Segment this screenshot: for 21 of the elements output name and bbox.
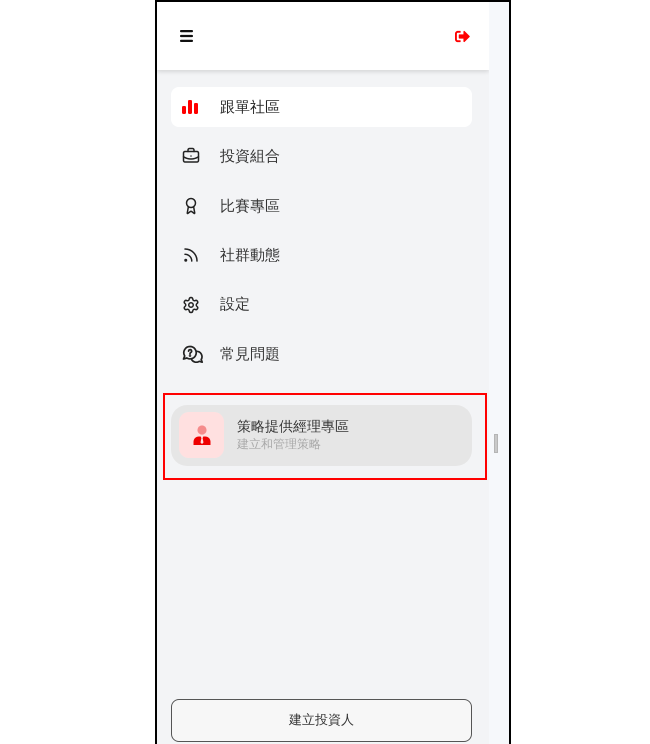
strategy-card[interactable]: 策略提供經理專區 建立和管理策略 [171, 404, 472, 466]
settings-icon [182, 296, 200, 314]
card-title: 策略提供經理專區 [237, 418, 349, 436]
logout-icon [455, 28, 470, 44]
nav-item[interactable]: 跟單社區 [171, 87, 472, 127]
manager-icon [179, 412, 224, 458]
nav-item[interactable]: 設定 [171, 284, 472, 325]
nav-item[interactable]: 比賽專區 [171, 186, 472, 226]
bar-chart-icon [182, 100, 198, 114]
speech-bubbles-icon [182, 344, 204, 363]
rss-icon [182, 246, 200, 264]
briefcase-icon [182, 147, 200, 166]
menu-icon [180, 30, 193, 42]
nav-item[interactable]: 投資組合 [171, 136, 472, 176]
resize-handle[interactable] [494, 434, 498, 453]
nav-item[interactable]: 常見問題 [171, 334, 472, 374]
create-investor-button[interactable]: 建立投資人 [171, 699, 472, 742]
logout-button[interactable] [455, 28, 470, 44]
menu-button[interactable] [180, 30, 193, 42]
nav-item[interactable]: 社群動態 [171, 235, 472, 276]
card-subtitle: 建立和管理策略 [237, 436, 322, 452]
